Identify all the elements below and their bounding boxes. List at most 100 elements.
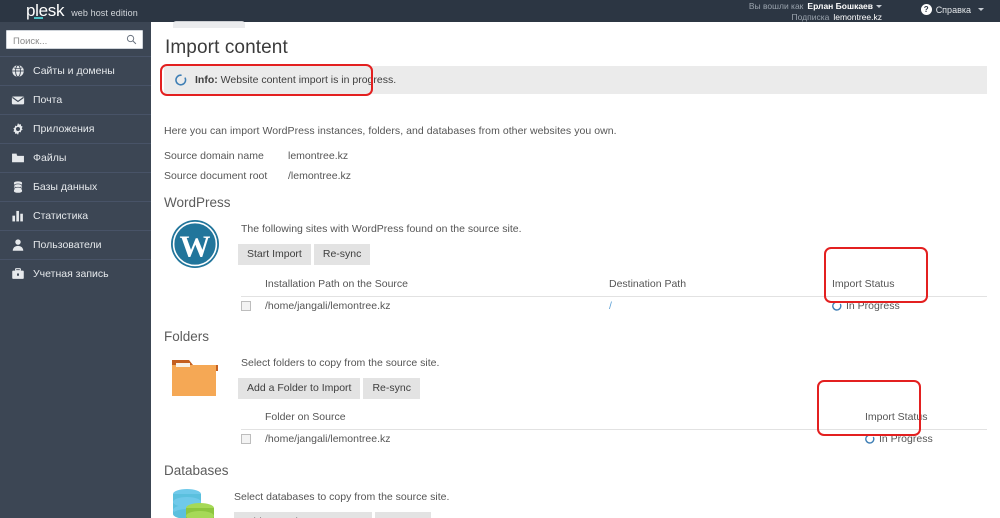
folders-table: Folder on Source Import Status /home/jan… — [241, 408, 987, 452]
subscription-label: Подписка — [791, 11, 830, 22]
help-label: Справка — [935, 4, 971, 15]
cell-destination-path[interactable]: / — [609, 300, 612, 312]
database-stack-icon — [173, 489, 214, 518]
table-row: /home/jangali/lemontree.kz In Progress — [241, 430, 987, 452]
wordpress-logo-icon: W — [171, 220, 219, 268]
svg-text:W: W — [180, 229, 211, 264]
globe-icon — [12, 64, 24, 78]
table-row: /home/jangali/lemontree.kz / In Progress — [241, 297, 987, 319]
wordpress-row-checkbox[interactable] — [241, 301, 251, 311]
sidebar-item-label: Приложения — [33, 123, 95, 135]
user-name: Ерлан Бошкаев — [807, 1, 873, 11]
top-header-bar: plesk web host edition Вы вошли как Ерлан… — [0, 0, 1000, 22]
sidebar-item-statistics[interactable]: Статистика — [0, 201, 151, 230]
spinner-icon — [175, 74, 187, 86]
chevron-down-icon — [978, 8, 984, 11]
brand-logo-text: plesk — [26, 1, 65, 20]
sidebar-item-databases[interactable]: Базы данных — [0, 172, 151, 201]
info-banner-label: Info: — [195, 74, 218, 86]
search-box[interactable] — [6, 30, 143, 50]
section-title-databases: Databases — [164, 463, 229, 478]
table-header-row: Folder on Source Import Status — [241, 408, 987, 430]
user-icon — [12, 239, 24, 251]
cell-import-status: In Progress — [832, 300, 900, 312]
page-title: Import content — [165, 37, 288, 58]
info-banner: Info: Website content import is in progr… — [164, 66, 987, 94]
sidebar: Сайты и домены Почта Приложения — [0, 22, 151, 518]
sidebar-item-label: Пользователи — [33, 239, 102, 251]
bar-chart-icon — [12, 210, 23, 222]
wordpress-description: The following sites with WordPress found… — [241, 223, 522, 235]
status-text: In Progress — [879, 433, 933, 445]
sidebar-item-label: Сайты и домены — [33, 65, 115, 77]
help-menu[interactable]: ? Справка — [920, 4, 984, 15]
plesk-window: plesk web host edition Вы вошли как Ерлан… — [0, 0, 1000, 518]
chevron-down-icon — [876, 5, 882, 9]
cell-folder-path: /home/jangali/lemontree.kz — [265, 433, 391, 445]
folder-icon — [12, 153, 24, 163]
source-domain-value: lemontree.kz — [288, 150, 349, 162]
envelope-icon — [11, 96, 25, 105]
sidebar-item-label: Файлы — [33, 152, 67, 164]
source-domain-label: Source domain name — [164, 150, 264, 162]
wordpress-table: Installation Path on the Source Destinat… — [241, 275, 987, 319]
question-circle-icon: ? — [920, 4, 932, 15]
destination-path-link[interactable]: / — [609, 300, 612, 312]
sidebar-item-account[interactable]: Учетная запись — [0, 259, 151, 288]
gear-icon — [13, 123, 23, 135]
sidebar-item-users[interactable]: Пользователи — [0, 230, 151, 259]
brand-edition-text: web host edition — [71, 8, 138, 18]
page-tab-partial[interactable] — [173, 21, 245, 28]
folders-description: Select folders to copy from the source s… — [241, 357, 440, 369]
user-info-block: Вы вошли как Ерлан Бошкаев Подписка lemont… — [749, 1, 882, 22]
sidebar-item-files[interactable]: Файлы — [0, 143, 151, 172]
sidebar-item-label: Учетная запись — [33, 268, 109, 280]
folder-orange-icon — [172, 360, 218, 396]
table-header-row: Installation Path on the Source Destinat… — [241, 275, 987, 297]
folder-row-checkbox[interactable] — [241, 434, 251, 444]
source-docroot-row: Source document root/lemontree.kz — [164, 170, 351, 182]
sidebar-nav: Сайты и домены Почта Приложения Файлы Ба… — [0, 56, 151, 288]
sidebar-item-label: Почта — [33, 94, 63, 106]
folders-resync-button[interactable]: Re-sync — [363, 378, 420, 399]
database-icon — [13, 181, 23, 193]
add-database-to-import-button[interactable]: Add a Database to Import — [234, 512, 372, 518]
logged-in-row[interactable]: Вы вошли как Ерлан Бошкаев — [749, 1, 882, 12]
info-banner-message: Website content import is in progress. — [220, 74, 397, 86]
databases-buttons: Add a Database to Import Re-sync — [234, 512, 432, 518]
spinner-icon — [865, 434, 875, 444]
wordpress-buttons: Start Import Re-sync — [238, 244, 371, 265]
wordpress-resync-button[interactable]: Re-sync — [313, 244, 371, 265]
sidebar-item-sites-and-domains[interactable]: Сайты и домены — [0, 56, 151, 85]
logged-in-label: Вы вошли как — [748, 1, 804, 11]
sidebar-search-wrap — [0, 22, 151, 56]
folders-buttons: Add a Folder to Import Re-sync — [238, 378, 420, 399]
column-header-install-path: Installation Path on the Source — [265, 278, 409, 290]
sidebar-item-applications[interactable]: Приложения — [0, 114, 151, 143]
plesk-brand[interactable]: plesk web host edition — [26, 2, 138, 20]
main-content: Import content Info: Website content imp… — [151, 21, 1000, 518]
search-input[interactable] — [7, 33, 142, 50]
cell-install-path: /home/jangali/lemontree.kz — [265, 300, 391, 312]
search-icon — [126, 34, 137, 45]
briefcase-icon — [12, 268, 24, 279]
cell-import-status: In Progress — [865, 433, 933, 445]
row-checkbox-cell[interactable] — [241, 301, 251, 314]
intro-text: Here you can import WordPress instances,… — [164, 125, 617, 137]
subscription-row: Подписка lemontree.kz — [749, 12, 882, 23]
sidebar-item-label: Базы данных — [33, 181, 98, 193]
subscription-value: lemontree.kz — [833, 11, 882, 22]
sidebar-item-label: Статистика — [33, 210, 89, 222]
add-folder-to-import-button[interactable]: Add a Folder to Import — [238, 378, 361, 399]
column-header-import-status: Import Status — [865, 411, 928, 423]
sidebar-item-mail[interactable]: Почта — [0, 85, 151, 114]
source-docroot-value: /lemontree.kz — [288, 170, 352, 182]
column-header-destination-path: Destination Path — [609, 278, 687, 290]
databases-resync-button[interactable]: Re-sync — [374, 512, 432, 518]
row-checkbox-cell[interactable] — [241, 434, 251, 447]
start-import-button[interactable]: Start Import — [238, 244, 311, 265]
section-title-folders: Folders — [164, 329, 210, 344]
databases-description: Select databases to copy from the source… — [234, 491, 450, 503]
section-title-wordpress: WordPress — [164, 195, 231, 210]
spinner-icon — [832, 301, 842, 311]
